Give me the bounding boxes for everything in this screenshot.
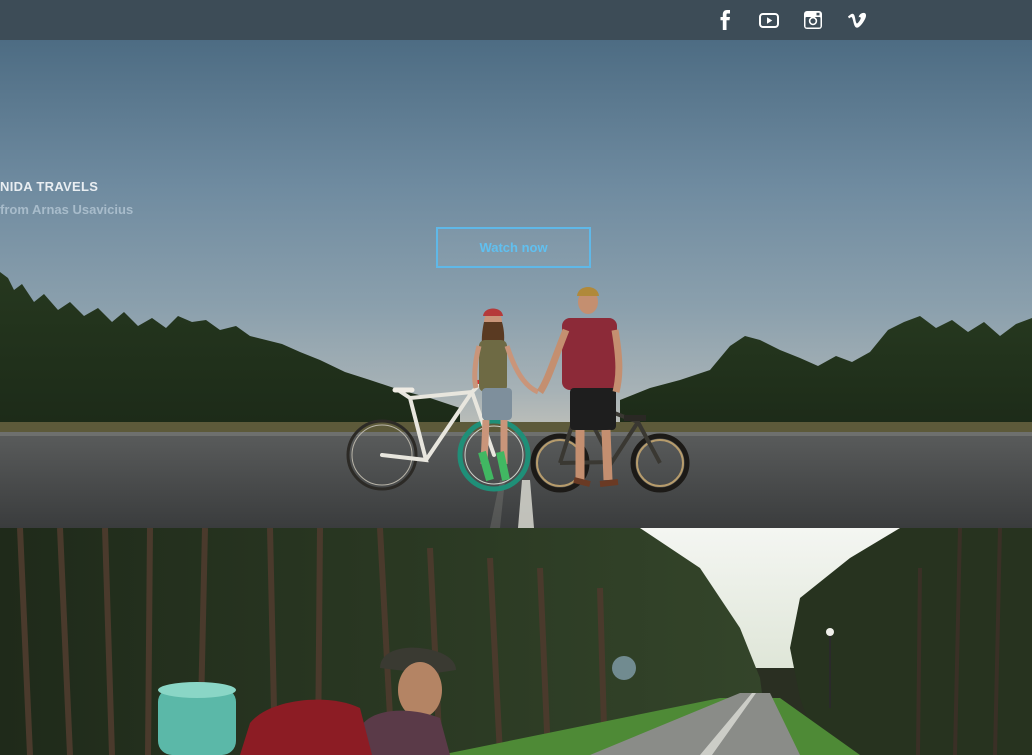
watch-now-button[interactable]: Watch now xyxy=(436,227,591,268)
youtube-link[interactable] xyxy=(758,9,780,31)
vimeo-link[interactable] xyxy=(846,9,868,31)
top-bar xyxy=(0,0,1032,40)
forest-road-image xyxy=(0,528,1032,755)
vimeo-icon xyxy=(848,12,867,28)
facebook-icon xyxy=(720,10,730,30)
forest-road-photo xyxy=(0,528,1032,755)
instagram-icon xyxy=(804,11,822,29)
page: NIDA TRAVELS from Arnas Usavicius Watch … xyxy=(0,0,1032,755)
hero-title: NIDA TRAVELS xyxy=(0,179,99,194)
hero-section: NIDA TRAVELS from Arnas Usavicius Watch … xyxy=(0,40,1032,528)
social-links xyxy=(714,9,868,31)
hero-subtitle: from Arnas Usavicius xyxy=(0,202,134,217)
instagram-link[interactable] xyxy=(802,9,824,31)
youtube-icon xyxy=(759,13,779,28)
hero-background-photo xyxy=(0,272,1032,528)
facebook-link[interactable] xyxy=(714,9,736,31)
